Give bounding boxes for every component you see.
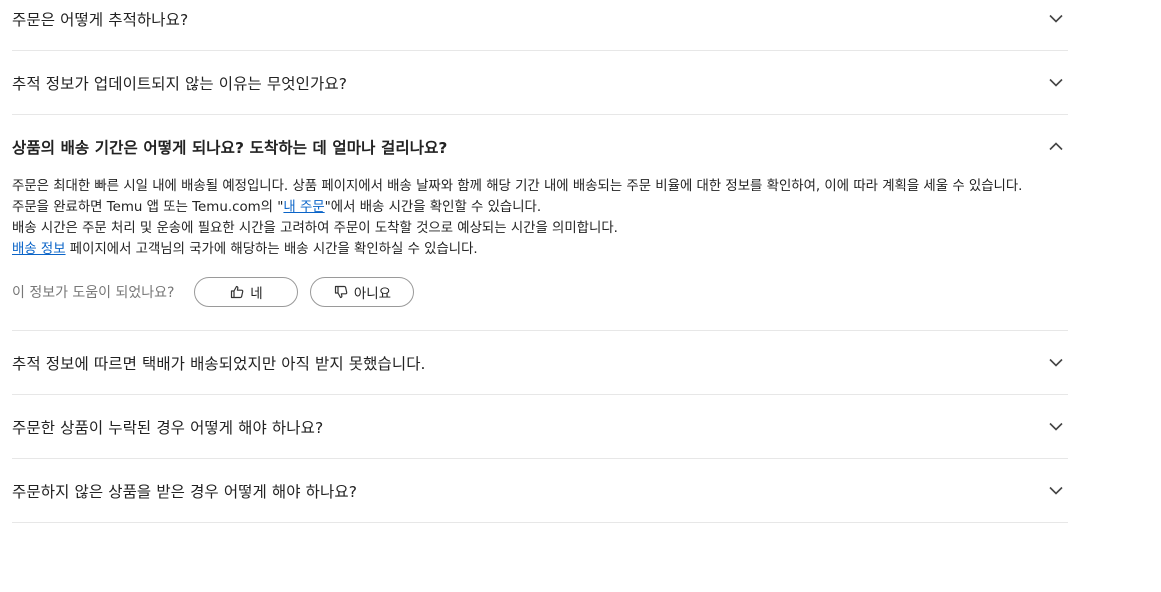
answer-paragraph: 주문을 완료하면 Temu 앱 또는 Temu.com의 "내 주문"에서 배송… — [12, 197, 1068, 218]
faq-question-text: 추적 정보가 업데이트되지 않는 이유는 무엇인가요? — [12, 74, 348, 93]
chevron-down-icon — [1046, 353, 1066, 373]
faq-item: 추적 정보가 업데이트되지 않는 이유는 무엇인가요? — [12, 51, 1068, 115]
faq-answer: 주문은 최대한 빠른 시일 내에 배송될 예정입니다. 상품 페이지에서 배송 … — [12, 176, 1068, 330]
faq-question-text: 상품의 배송 기간은 어떻게 되나요? 도착하는 데 얼마나 걸리나요? — [12, 138, 448, 157]
faq-item: 주문하지 않은 상품을 받은 경우 어떻게 해야 하나요? — [12, 459, 1068, 523]
answer-paragraph: 배송 시간은 주문 처리 및 운송에 필요한 시간을 고려하여 주문이 도착할 … — [12, 221, 618, 236]
answer-text: "에서 배송 시간을 확인할 수 있습니다. — [324, 200, 542, 215]
chevron-down-icon — [1046, 73, 1066, 93]
faq-list: 주문은 어떻게 추적하나요? 추적 정보가 업데이트되지 않는 이유는 무엇인가… — [12, 0, 1068, 523]
faq-item-expanded: 상품의 배송 기간은 어떻게 되나요? 도착하는 데 얼마나 걸리나요? 주문은… — [12, 115, 1068, 331]
answer-paragraph: 배송 정보 페이지에서 고객님의 국가에 해당하는 배송 시간을 확인하실 수 … — [12, 239, 1068, 260]
answer-text: 페이지에서 고객님의 국가에 해당하는 배송 시간을 확인하실 수 있습니다. — [65, 242, 478, 257]
answer-paragraph: 주문은 최대한 빠른 시일 내에 배송될 예정입니다. 상품 페이지에서 배송 … — [12, 179, 1023, 194]
faq-question-text: 추적 정보에 따르면 택배가 배송되었지만 아직 받지 못했습니다. — [12, 354, 426, 373]
feedback-no-button[interactable]: 아니요 — [310, 277, 415, 307]
faq-item: 추적 정보에 따르면 택배가 배송되었지만 아직 받지 못했습니다. — [12, 331, 1068, 395]
faq-question-button[interactable]: 상품의 배송 기간은 어떻게 되나요? 도착하는 데 얼마나 걸리나요? — [12, 115, 1068, 178]
chevron-down-icon — [1046, 8, 1066, 28]
faq-question-button[interactable]: 주문한 상품이 누락된 경우 어떻게 해야 하나요? — [12, 395, 1068, 458]
faq-question-button[interactable]: 추적 정보에 따르면 택배가 배송되었지만 아직 받지 못했습니다. — [12, 331, 1068, 394]
feedback-yes-label: 네 — [250, 286, 263, 302]
thumbs-down-icon — [334, 285, 348, 299]
shipping-info-link[interactable]: 배송 정보 — [12, 242, 66, 257]
answer-text: 주문을 완료하면 Temu 앱 또는 Temu.com의 " — [12, 200, 284, 215]
feedback-label: 이 정보가 도움이 되었나요? — [12, 285, 175, 301]
faq-question-button[interactable]: 추적 정보가 업데이트되지 않는 이유는 무엇인가요? — [12, 51, 1068, 114]
faq-question-text: 주문은 어떻게 추적하나요? — [12, 11, 189, 29]
faq-item: 주문한 상품이 누락된 경우 어떻게 해야 하나요? — [12, 395, 1068, 459]
faq-question-button[interactable]: 주문하지 않은 상품을 받은 경우 어떻게 해야 하나요? — [12, 459, 1068, 522]
chevron-down-icon — [1046, 417, 1066, 437]
faq-question-text: 주문하지 않은 상품을 받은 경우 어떻게 해야 하나요? — [12, 482, 358, 501]
chevron-down-icon — [1046, 481, 1066, 501]
faq-question-button[interactable]: 주문은 어떻게 추적하나요? — [12, 0, 1068, 50]
feedback-yes-button[interactable]: 네 — [194, 277, 299, 307]
faq-question-text: 주문한 상품이 누락된 경우 어떻게 해야 하나요? — [12, 418, 324, 437]
faq-item: 주문은 어떻게 추적하나요? — [12, 0, 1068, 51]
feedback-row: 이 정보가 도움이 되었나요? 네 아니요 — [12, 277, 1068, 307]
thumbs-up-icon — [230, 285, 244, 299]
my-orders-link[interactable]: 내 주문 — [283, 200, 324, 215]
chevron-up-icon — [1046, 137, 1066, 157]
feedback-no-label: 아니요 — [353, 286, 392, 302]
